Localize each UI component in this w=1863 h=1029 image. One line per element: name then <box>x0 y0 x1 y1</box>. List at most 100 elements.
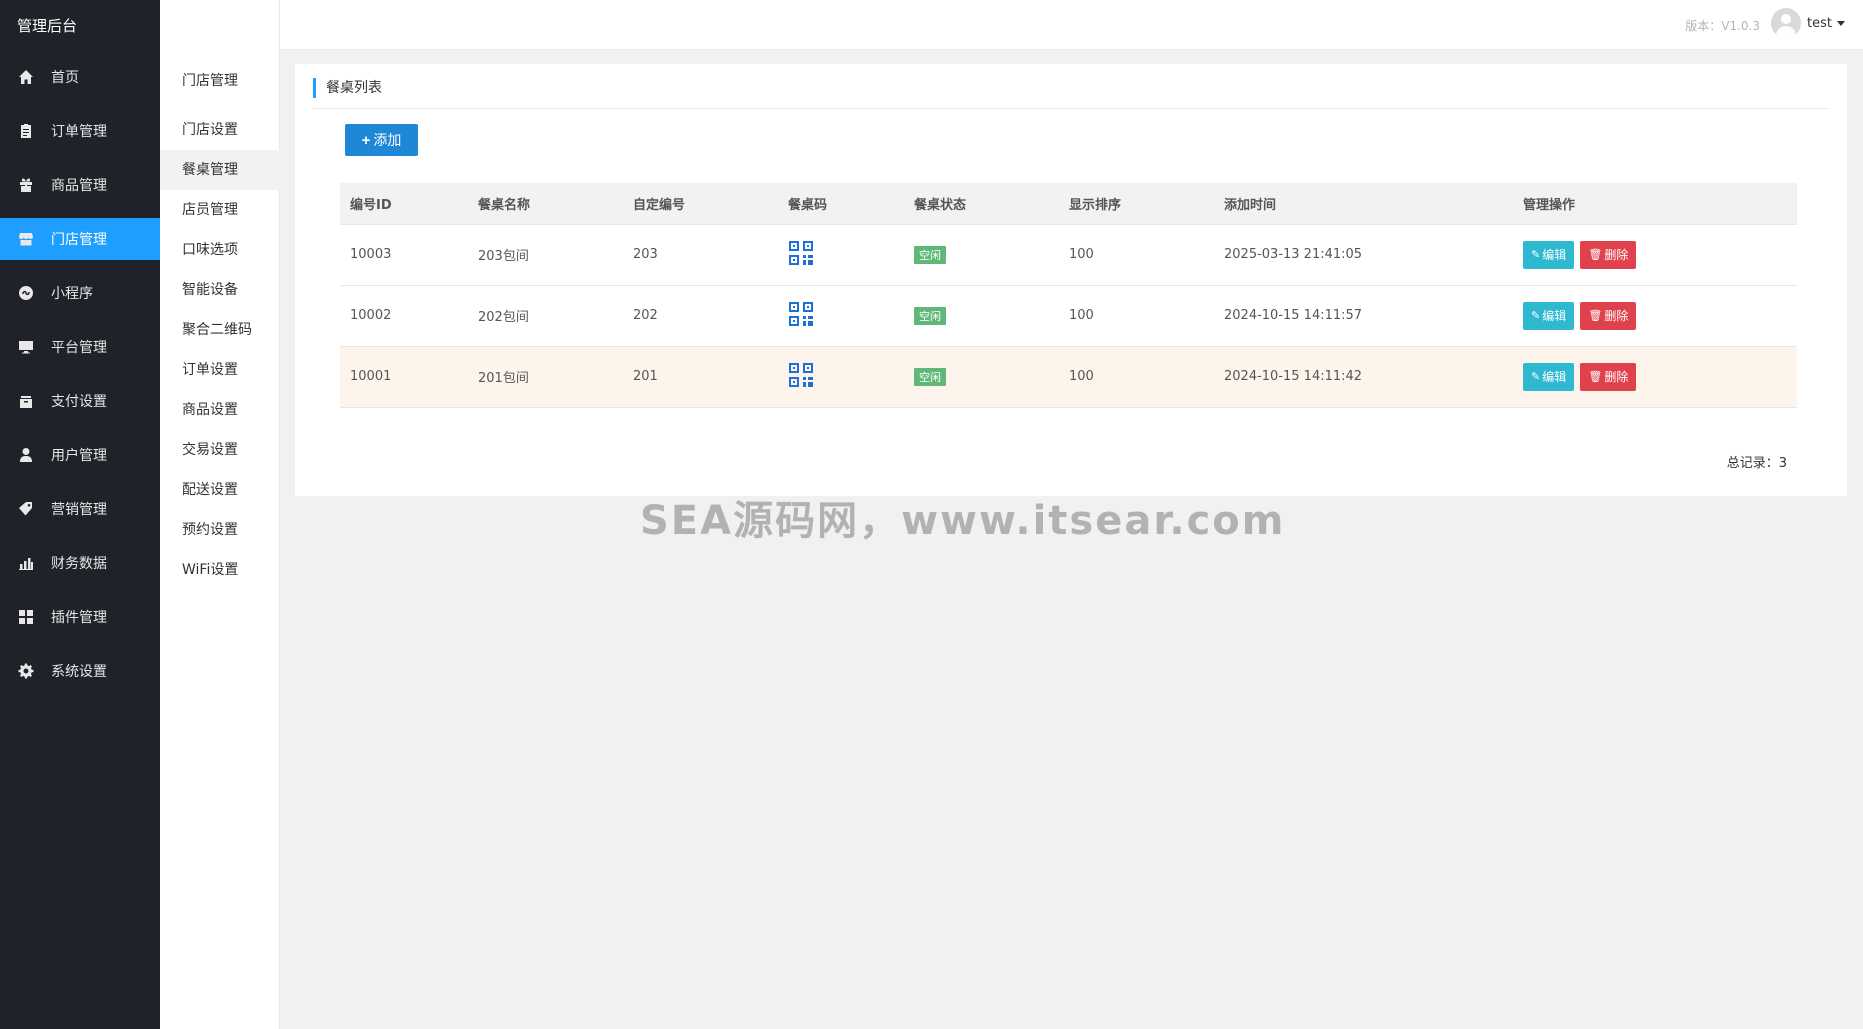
plus-icon: + <box>361 131 371 149</box>
column-header: 添加时间 <box>1214 183 1513 225</box>
tables-table: 编号ID 餐桌名称 自定编号 餐桌码 餐桌状态 显示排序 添加时间 管理操作 1… <box>340 183 1797 408</box>
secondary-sidebar: 门店管理 门店设置 餐桌管理 店员管理 口味选项 智能设备 聚合二维码 订单设置… <box>160 0 280 1029</box>
table-row: 10003 203包间 203 空闲 100 2025-03-13 21:41:… <box>340 224 1797 285</box>
subnav-item-order-settings[interactable]: 订单设置 <box>160 350 280 390</box>
sidebar-item-plugins[interactable]: 插件管理 <box>0 596 160 638</box>
subnav-item-wifi-settings[interactable]: WiFi设置 <box>160 550 280 590</box>
sidebar-item-label: 系统设置 <box>51 664 107 680</box>
qrcode-icon[interactable] <box>788 362 814 388</box>
gift-icon <box>18 177 34 193</box>
user-menu[interactable]: test <box>1771 8 1845 38</box>
clipboard-icon <box>18 123 34 139</box>
cell-actions: ✎ 编辑 🗑 删除 <box>1513 224 1797 285</box>
qrcode-icon[interactable] <box>788 240 814 266</box>
sidebar-item-stores[interactable]: 门店管理 <box>0 218 160 260</box>
table-row: 10001 201包间 201 空闲 100 2024-10-15 14:11:… <box>340 346 1797 407</box>
subnav-item-store-settings[interactable]: 门店设置 <box>160 110 280 150</box>
column-header: 编号ID <box>340 183 468 225</box>
table-row: 10002 202包间 202 空闲 100 2024-10-15 14:11:… <box>340 285 1797 346</box>
cell-status: 空闲 <box>904 285 1059 346</box>
sidebar-item-settings[interactable]: 系统设置 <box>0 650 160 692</box>
username: test <box>1807 15 1832 31</box>
delete-button[interactable]: 🗑 删除 <box>1580 362 1637 391</box>
subnav-item-product-settings[interactable]: 商品设置 <box>160 390 280 430</box>
sidebar-item-orders[interactable]: 订单管理 <box>0 110 160 152</box>
cell-qrcode <box>778 224 904 285</box>
delete-button[interactable]: 🗑 删除 <box>1580 240 1637 269</box>
trash-icon: 🗑 <box>1588 248 1603 261</box>
sidebar-item-miniprogram[interactable]: 小程序 <box>0 272 160 314</box>
cell-sort: 100 <box>1069 308 1094 323</box>
plugin-icon <box>18 609 34 625</box>
sidebar-item-platform[interactable]: 平台管理 <box>0 326 160 368</box>
subnav-item-delivery-settings[interactable]: 配送设置 <box>160 470 280 510</box>
sidebar-item-users[interactable]: 用户管理 <box>0 434 160 476</box>
add-button-label: 添加 <box>373 132 402 148</box>
sidebar-item-label: 小程序 <box>51 286 93 302</box>
table-header-row: 编号ID 餐桌名称 自定编号 餐桌码 餐桌状态 显示排序 添加时间 管理操作 <box>340 183 1797 225</box>
sidebar-item-label: 营销管理 <box>51 502 107 518</box>
sidebar-item-finance[interactable]: 财务数据 <box>0 542 160 584</box>
status-badge: 空闲 <box>914 245 946 264</box>
subnav-item-flavor-options[interactable]: 口味选项 <box>160 230 280 270</box>
status-badge: 空闲 <box>914 367 946 386</box>
sidebar-item-payment[interactable]: 支付设置 <box>0 380 160 422</box>
qrcode-icon[interactable] <box>788 301 814 327</box>
payment-icon <box>18 393 34 409</box>
cell-actions: ✎ 编辑 🗑 删除 <box>1513 285 1797 346</box>
column-header: 餐桌名称 <box>468 183 623 225</box>
pencil-icon: ✎ <box>1531 370 1541 383</box>
subnav-item-table-management[interactable]: 餐桌管理 <box>160 150 280 190</box>
subnav-item-smart-devices[interactable]: 智能设备 <box>160 270 280 310</box>
edit-button[interactable]: ✎ 编辑 <box>1523 301 1575 330</box>
edit-button[interactable]: ✎ 编辑 <box>1523 362 1575 391</box>
delete-label: 删除 <box>1604 309 1629 323</box>
cell-code: 203 <box>633 247 658 262</box>
status-badge: 空闲 <box>914 306 946 325</box>
cell-qrcode <box>778 285 904 346</box>
main-sidebar: 管理后台 首页 订单管理 商品管理 门店管理 小程序 平台管理 支付设置 用户管… <box>0 0 160 1029</box>
subnav-item-staff[interactable]: 店员管理 <box>160 190 280 230</box>
delete-label: 删除 <box>1604 370 1629 384</box>
app-title: 管理后台 <box>17 17 78 35</box>
tag-icon <box>18 501 34 517</box>
cell-sort: 100 <box>1069 247 1094 262</box>
sidebar-item-home[interactable]: 首页 <box>0 56 160 98</box>
delete-button[interactable]: 🗑 删除 <box>1580 301 1637 330</box>
pencil-icon: ✎ <box>1531 309 1541 322</box>
bar-chart-icon <box>18 555 34 571</box>
trash-icon: 🗑 <box>1588 370 1603 383</box>
edit-label: 编辑 <box>1542 309 1567 323</box>
cell-code: 201 <box>633 369 658 384</box>
subnav-item-aggregate-qrcode[interactable]: 聚合二维码 <box>160 310 280 350</box>
edit-button[interactable]: ✎ 编辑 <box>1523 240 1575 269</box>
subnav-item-reservation-settings[interactable]: 预约设置 <box>160 510 280 550</box>
sidebar-item-label: 商品管理 <box>51 178 107 194</box>
main-nav: 首页 订单管理 商品管理 门店管理 小程序 平台管理 支付设置 用户管理 营销管… <box>0 56 160 692</box>
column-header: 餐桌码 <box>778 183 904 225</box>
subnav-item-trade-settings[interactable]: 交易设置 <box>160 430 280 470</box>
cell-id: 10001 <box>350 369 392 384</box>
cell-name: 203包间 <box>478 249 529 264</box>
total-records: 总记录：3 <box>1726 456 1787 471</box>
edit-label: 编辑 <box>1542 248 1567 262</box>
table-list-card: 餐桌列表 + 添加 编号ID 餐桌名称 自定编号 餐桌码 餐桌状态 显示排序 添… <box>295 64 1847 496</box>
watermark-text: SEA源码网，www.itsear.com <box>640 498 1286 544</box>
top-header: 版本：V1.0.3 test <box>160 0 1863 50</box>
column-header: 自定编号 <box>623 183 778 225</box>
monitor-icon <box>18 339 34 355</box>
cell-actions: ✎ 编辑 🗑 删除 <box>1513 346 1797 407</box>
delete-label: 删除 <box>1604 248 1629 262</box>
column-header: 管理操作 <box>1513 183 1797 225</box>
home-icon <box>18 69 34 85</box>
sidebar-item-marketing[interactable]: 营销管理 <box>0 488 160 530</box>
divider <box>313 108 1829 109</box>
cell-qrcode <box>778 346 904 407</box>
miniprogram-icon <box>18 285 34 301</box>
sidebar-item-products[interactable]: 商品管理 <box>0 164 160 206</box>
cell-id: 10002 <box>350 308 392 323</box>
chevron-down-icon <box>1837 20 1845 26</box>
add-button[interactable]: + 添加 <box>345 124 418 156</box>
cell-id: 10003 <box>350 247 392 262</box>
version-label: 版本：V1.0.3 <box>1685 19 1760 33</box>
